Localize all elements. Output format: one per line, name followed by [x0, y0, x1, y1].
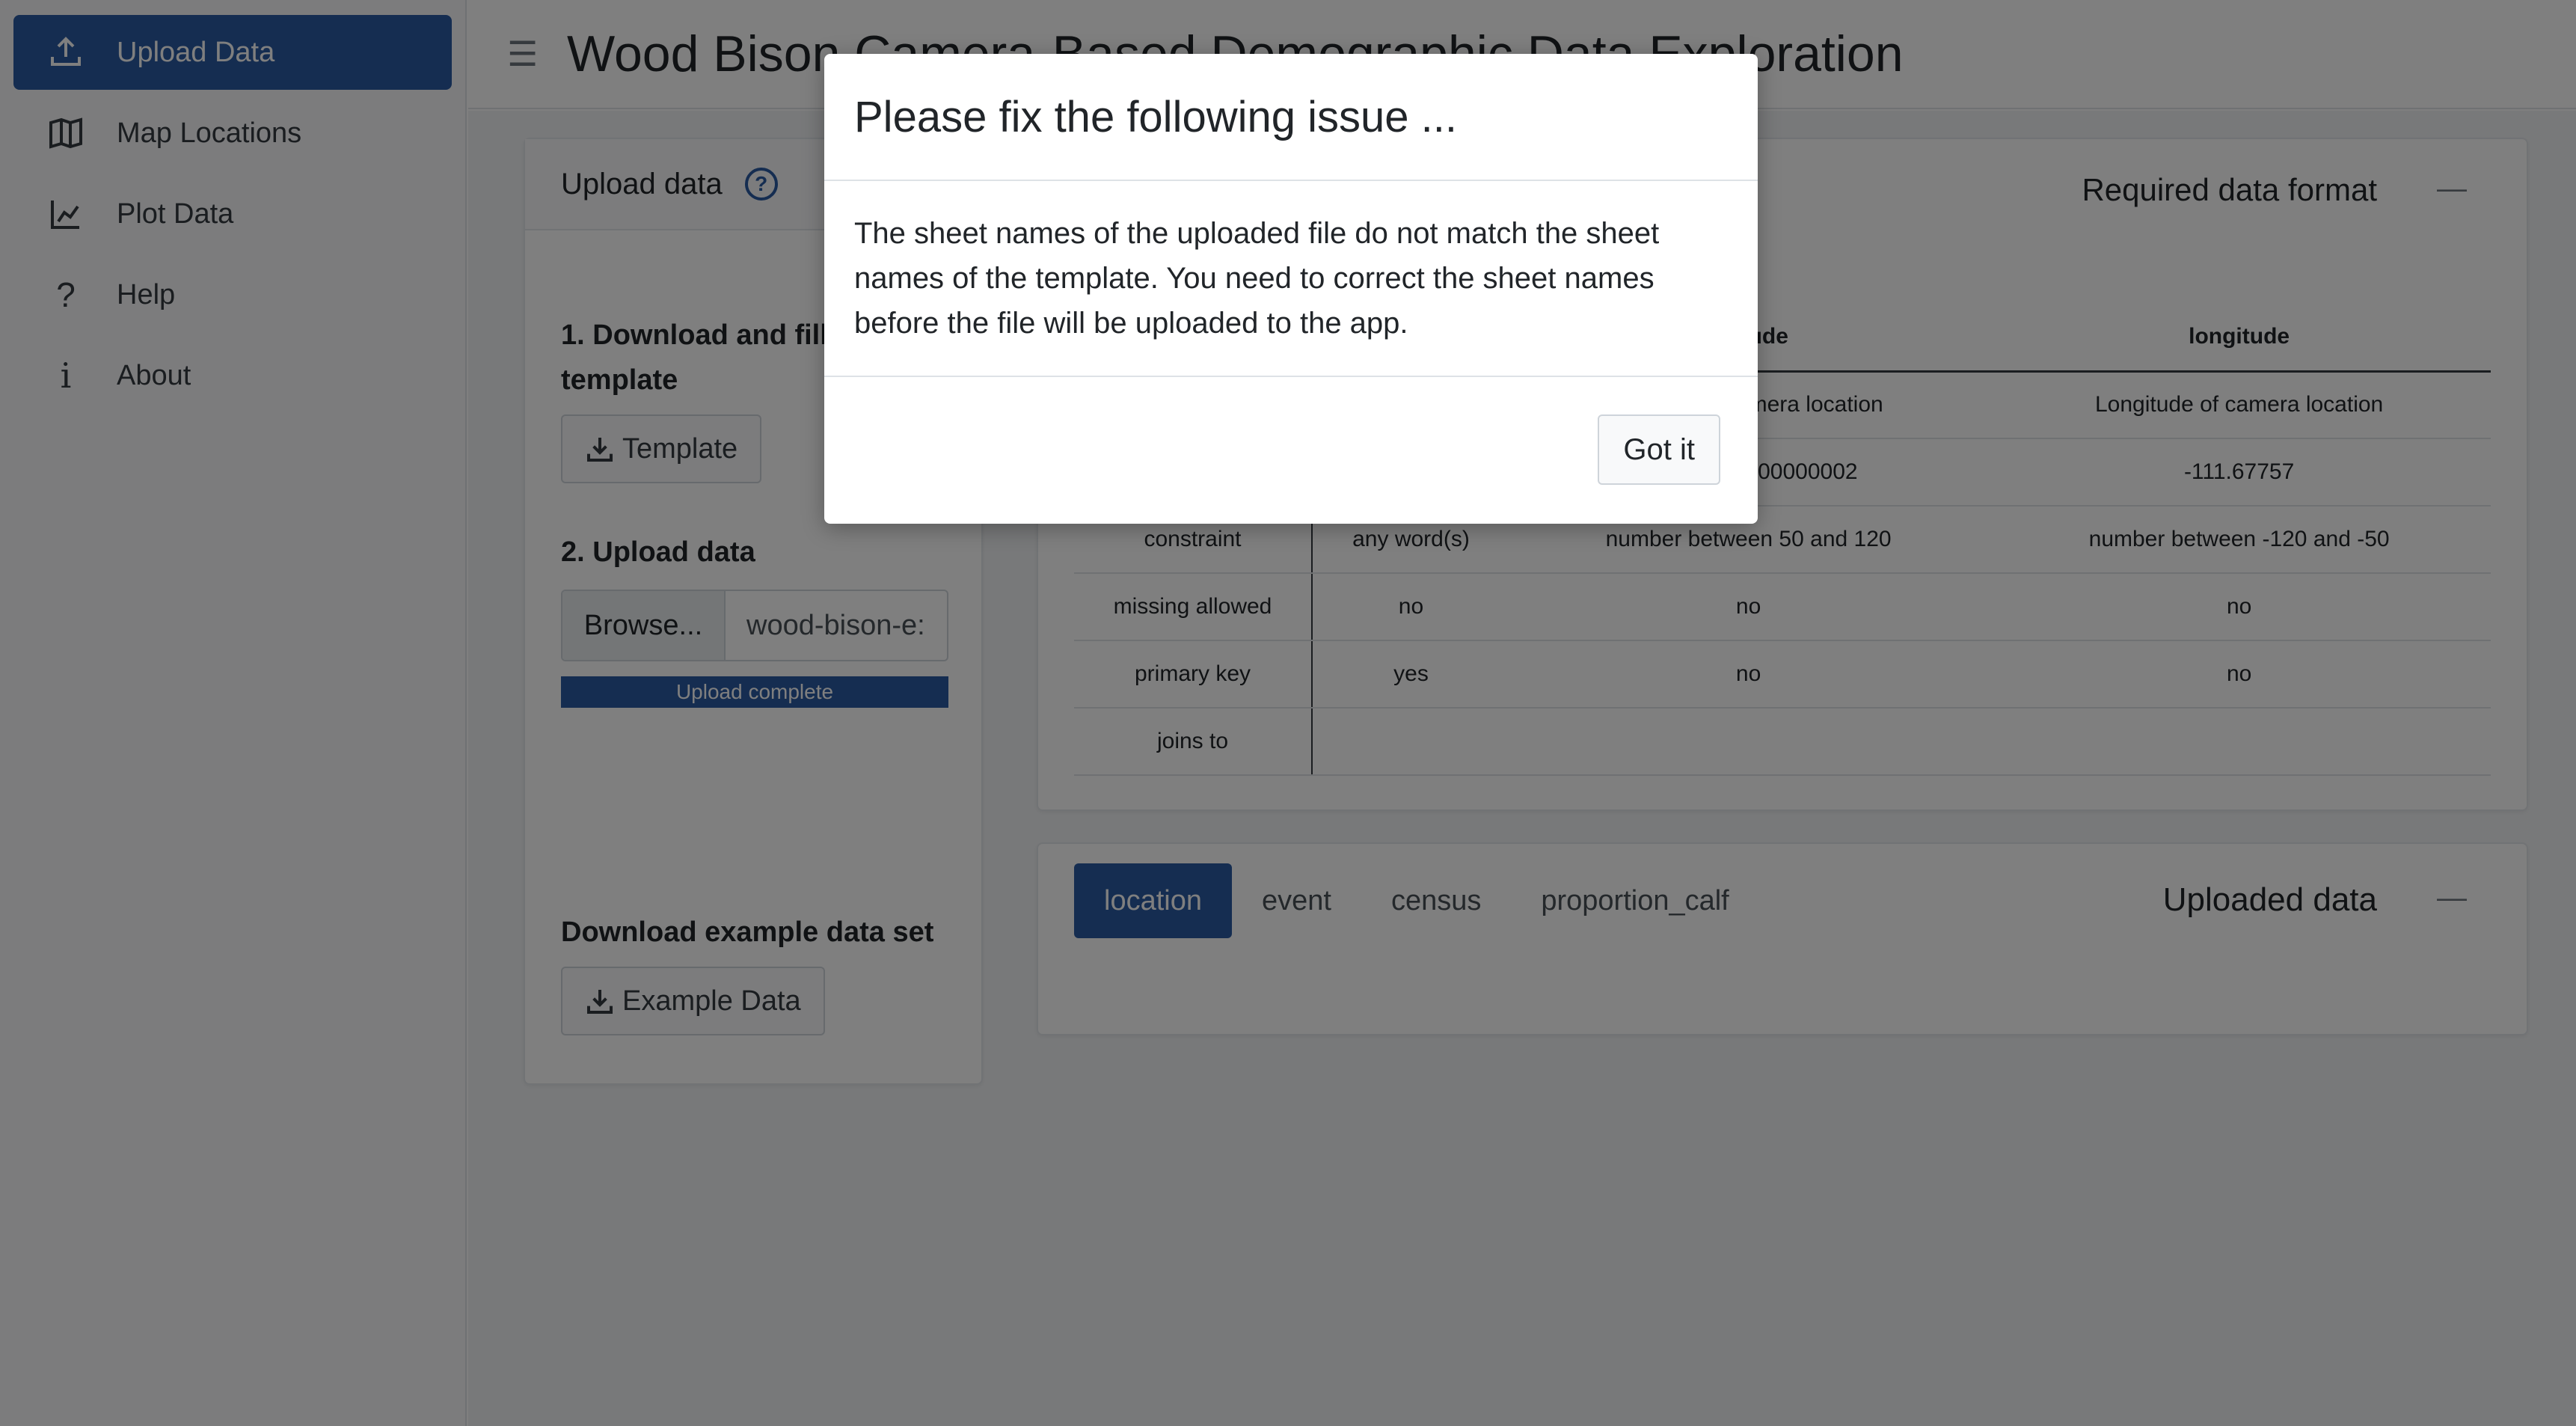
- error-modal: Please fix the following issue ... The s…: [824, 54, 1758, 524]
- modal-footer: Got it: [824, 377, 1758, 522]
- modal-header: Please fix the following issue ...: [824, 54, 1758, 181]
- modal-title: Please fix the following issue ...: [854, 92, 1457, 141]
- modal-body: The sheet names of the uploaded file do …: [824, 181, 1758, 377]
- got-it-button[interactable]: Got it: [1598, 414, 1720, 485]
